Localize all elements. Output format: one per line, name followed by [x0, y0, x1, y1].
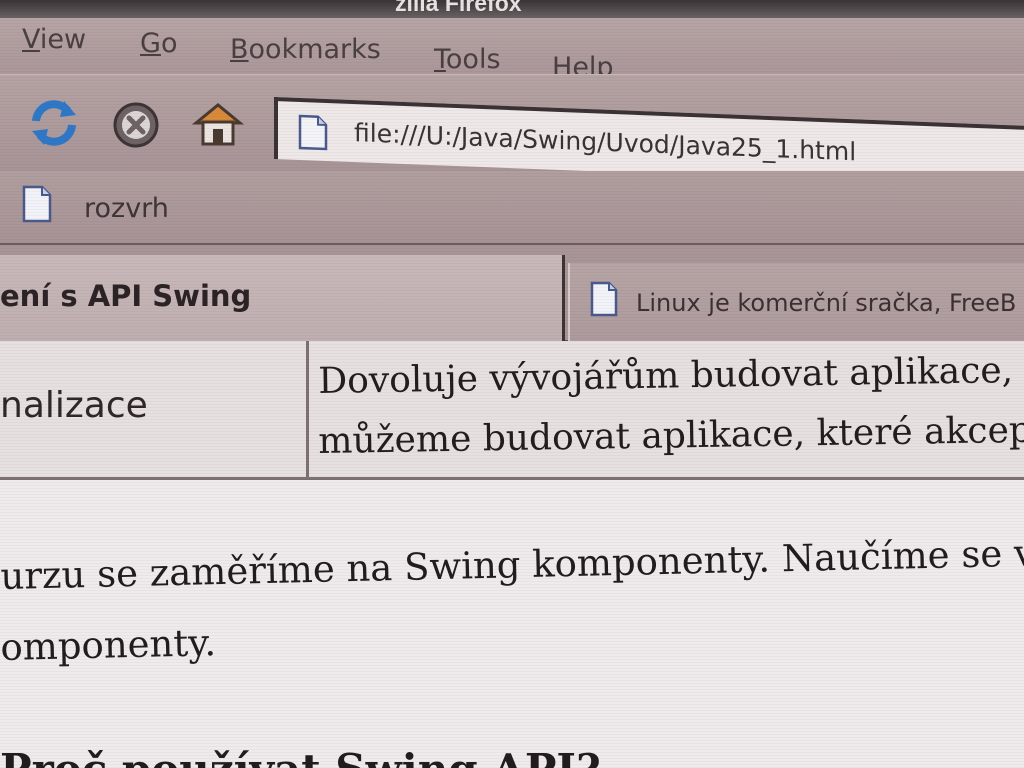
- tab-linux-label: Linux je komerční sračka, FreeB: [636, 289, 1017, 317]
- menu-tools-rest: ools: [445, 44, 501, 75]
- title-bar: zilla Firefox: [0, 0, 1024, 18]
- bookmarks-toolbar: rozvrh: [0, 171, 1024, 245]
- menu-view-rest: iew: [39, 24, 87, 55]
- page-icon: [22, 185, 52, 223]
- tab-active-label: ení s API Swing: [0, 279, 252, 313]
- menu-go[interactable]: Go: [140, 28, 177, 59]
- menu-tools[interactable]: Tools: [434, 44, 501, 75]
- table-cell-term-text: nalizace: [0, 385, 148, 426]
- tab-active[interactable]: ení s API Swing: [0, 255, 565, 341]
- section-heading: Proč používat Swing API?: [0, 745, 601, 768]
- stop-icon: [113, 102, 159, 148]
- paragraph-line-2: omponenty.: [0, 621, 217, 669]
- menu-view[interactable]: View: [22, 24, 86, 55]
- menu-bar: View Go Bookmarks Tools Help: [0, 18, 1024, 83]
- page-icon: [590, 281, 618, 317]
- navigation-toolbar: file:///U:/Java/Swing/Uvod/Java25_1.html: [0, 74, 1024, 190]
- table-row: nalizace Dovoluje vývojářům budovat apli…: [0, 341, 1024, 480]
- window-title: zilla Firefox: [395, 0, 522, 16]
- url-text: file:///U:/Java/Swing/Uvod/Java25_1.html: [354, 118, 857, 167]
- tab-linux[interactable]: Linux je komerční sračka, FreeB: [568, 263, 1024, 341]
- paragraph-line-1: urzu se zaměříme na Swing komponenty. Na…: [0, 530, 1024, 598]
- table-cell-desc-line-2: můžeme budovat aplikace, které akceptují: [318, 408, 1024, 462]
- page-content: nalizace Dovoluje vývojářům budovat apli…: [0, 341, 1024, 768]
- browser-window: zilla Firefox View Go Bookmarks Tools He…: [0, 0, 1024, 768]
- home-icon: [191, 103, 245, 146]
- page-icon: [298, 114, 328, 151]
- table-cell-desc-line-1: Dovoluje vývojářům budovat aplikace, kte: [318, 349, 1024, 402]
- reload-button[interactable]: [28, 97, 80, 149]
- menu-bookmarks[interactable]: Bookmarks: [230, 34, 381, 65]
- stop-button[interactable]: [110, 99, 162, 151]
- reload-icon: [32, 100, 76, 146]
- bookmark-rozvrh[interactable]: rozvrh: [84, 193, 169, 224]
- menu-bookmarks-rest: ookmarks: [248, 34, 381, 65]
- home-button[interactable]: [191, 99, 245, 151]
- table-cell-term: nalizace: [0, 341, 309, 477]
- menu-go-rest: o: [160, 28, 178, 59]
- tab-strip: ení s API Swing Linux je komerční sračka…: [0, 245, 1024, 342]
